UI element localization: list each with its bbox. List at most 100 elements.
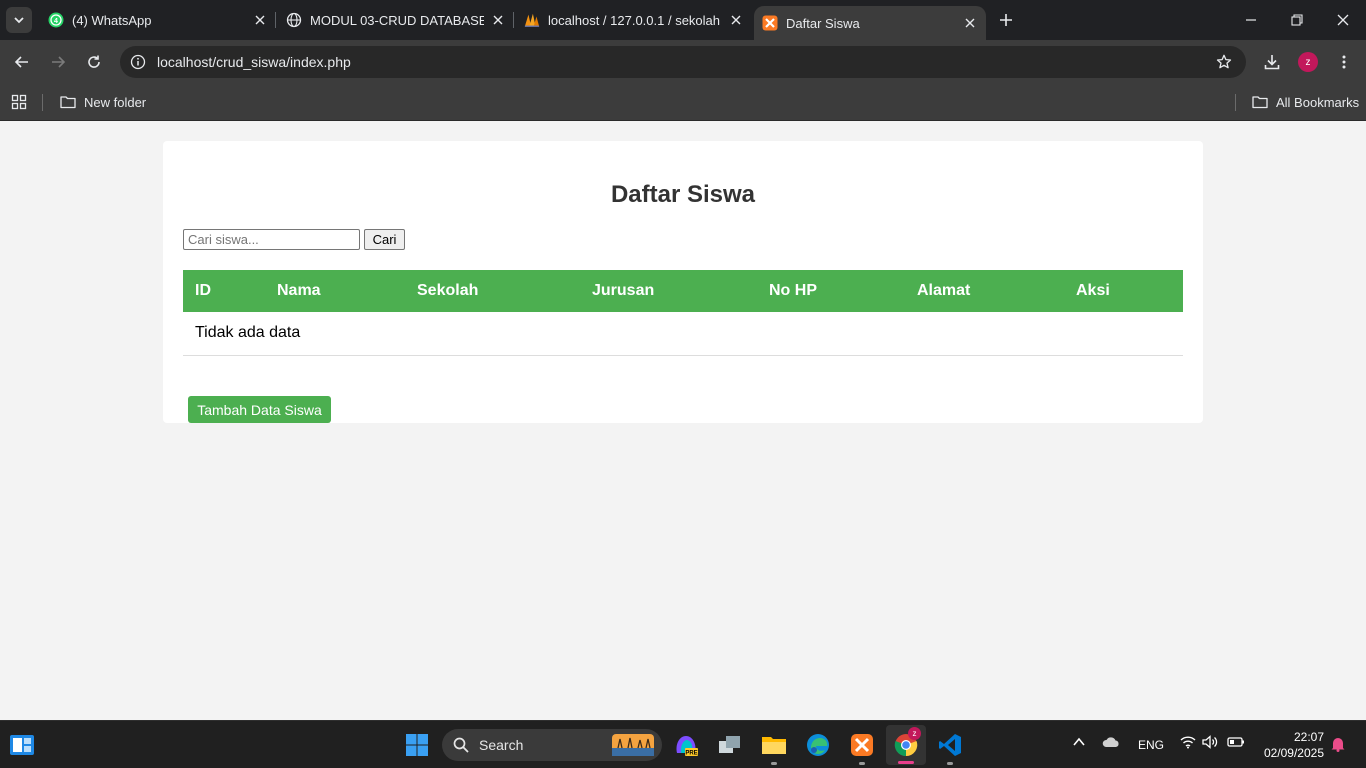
arrow-left-icon (14, 56, 28, 68)
apps-button[interactable] (11, 92, 35, 112)
tab-title: MODUL 03-CRUD DATABASE (1 (310, 12, 484, 28)
phpmyadmin-icon (524, 12, 540, 28)
copilot-icon: PRE (676, 736, 698, 757)
restore-icon (1291, 14, 1303, 26)
widgets-button[interactable] (6, 729, 38, 761)
chrome-button[interactable]: z (886, 725, 926, 765)
battery-icon (1227, 737, 1244, 747)
edge-button[interactable] (802, 729, 834, 761)
edge-icon (807, 734, 829, 756)
clock-time: 22:07 (1293, 730, 1324, 744)
onedrive-button[interactable] (1102, 735, 1120, 752)
task-view-button[interactable] (714, 729, 746, 761)
window-close-button[interactable] (1320, 0, 1366, 40)
chevron-up-icon (1073, 737, 1085, 746)
new-tab-button[interactable] (996, 10, 1016, 30)
tab-title: (4) WhatsApp (72, 12, 152, 28)
volume-button[interactable] (1202, 735, 1218, 752)
tab-separator (513, 12, 514, 28)
close-icon[interactable] (962, 15, 978, 31)
close-icon[interactable] (252, 12, 268, 28)
url-text[interactable]: localhost/crud_siswa/index.php (157, 54, 351, 70)
page-title: Daftar Siswa (610, 181, 756, 208)
reload-button[interactable] (80, 48, 108, 76)
start-button[interactable] (401, 729, 433, 761)
tab-search-button[interactable] (6, 7, 32, 33)
tab-title: Daftar Siswa (786, 15, 860, 31)
task-view-icon (719, 736, 740, 753)
chevron-down-icon (14, 17, 24, 24)
folder-icon (762, 737, 786, 754)
folder-icon (60, 96, 76, 109)
close-icon[interactable] (728, 12, 744, 28)
menu-button[interactable] (1330, 48, 1358, 76)
bookmark-star-icon[interactable] (1216, 54, 1232, 70)
search-highlight-art-icon (612, 734, 654, 756)
tab-modul-03[interactable]: MODUL 03-CRUD DATABASE (1 (278, 0, 506, 40)
tab-separator (275, 12, 276, 28)
arrow-right-icon (52, 56, 66, 68)
add-student-button[interactable]: Tambah Data Siswa (188, 396, 331, 423)
column-header-aksi: Aksi (1064, 270, 1183, 312)
clock-date: 02/09/2025 (1263, 746, 1324, 760)
column-header-sekolah: Sekolah (405, 270, 580, 312)
back-button[interactable] (8, 48, 36, 76)
bookmark-folder-new-folder[interactable]: New folder (60, 92, 146, 112)
close-icon[interactable] (490, 12, 506, 28)
clock[interactable]: 22:07 02/09/2025 (1250, 729, 1324, 761)
column-header-no-hp: No HP (757, 270, 905, 312)
xampp-button[interactable] (846, 729, 878, 765)
content-card: Daftar Siswa Cari ID Nama Sekolah Jurusa… (163, 141, 1203, 423)
taskbar-search-label: Search (479, 737, 524, 753)
column-header-nama: Nama (265, 270, 405, 312)
wifi-icon (1180, 736, 1196, 749)
restore-button[interactable] (1274, 0, 1320, 40)
reload-icon (88, 55, 100, 68)
language-indicator[interactable]: ENG (1138, 738, 1164, 752)
running-indicator (898, 761, 914, 764)
search-button[interactable]: Cari (364, 229, 405, 250)
profile-avatar[interactable]: z (1298, 52, 1318, 72)
column-header-alamat: Alamat (905, 270, 1064, 312)
bookmarks-separator (42, 94, 43, 111)
column-header-jurusan: Jurusan (580, 270, 757, 312)
copilot-button[interactable]: PRE (670, 729, 702, 761)
downloads-button[interactable] (1258, 48, 1286, 76)
all-bookmarks-button[interactable]: All Bookmarks (1252, 92, 1359, 112)
search-input[interactable] (183, 229, 360, 250)
whatsapp-icon: 4 (48, 12, 64, 28)
forward-button[interactable] (44, 48, 72, 76)
table-row: Tidak ada data (183, 312, 1183, 356)
tab-phpmyadmin[interactable]: localhost / 127.0.0.1 / sekolah / (516, 0, 744, 40)
vscode-button[interactable] (934, 729, 966, 765)
file-explorer-button[interactable] (758, 729, 790, 765)
cloud-icon (1102, 737, 1119, 747)
bookmark-label: All Bookmarks (1276, 94, 1360, 110)
page-viewport: Daftar Siswa Cari ID Nama Sekolah Jurusa… (0, 121, 1366, 720)
windows-logo-icon (406, 734, 428, 756)
tab-whatsapp[interactable]: 4 (4) WhatsApp (40, 0, 268, 40)
show-hidden-icons-button[interactable] (1072, 735, 1086, 752)
folder-icon (1252, 96, 1268, 109)
address-bar[interactable]: localhost/crud_siswa/index.php (120, 46, 1246, 78)
battery-button[interactable] (1227, 735, 1245, 752)
chrome-profile-badge: z (908, 727, 921, 740)
minimize-icon (1246, 19, 1256, 21)
xampp-icon (851, 734, 873, 756)
empty-message: Tidak ada data (183, 312, 1183, 356)
speaker-icon (1202, 735, 1218, 749)
minimize-button[interactable] (1228, 0, 1274, 40)
download-icon (1264, 55, 1280, 70)
tab-daftar-siswa[interactable]: Daftar Siswa (754, 6, 986, 40)
tab-title: localhost / 127.0.0.1 / sekolah / (548, 12, 722, 28)
vscode-icon (939, 734, 961, 756)
bookmarks-separator (1235, 94, 1236, 111)
site-info-icon[interactable] (130, 54, 146, 70)
taskbar-search[interactable]: Search (442, 729, 662, 761)
network-button[interactable] (1180, 735, 1196, 752)
plus-icon (1000, 14, 1012, 26)
tab-strip: 4 (4) WhatsApp MODUL 03-CRUD DATABASE (1… (0, 0, 1366, 40)
notifications-button[interactable] (1330, 736, 1346, 757)
globe-icon (286, 12, 302, 28)
apps-grid-icon (11, 94, 27, 110)
